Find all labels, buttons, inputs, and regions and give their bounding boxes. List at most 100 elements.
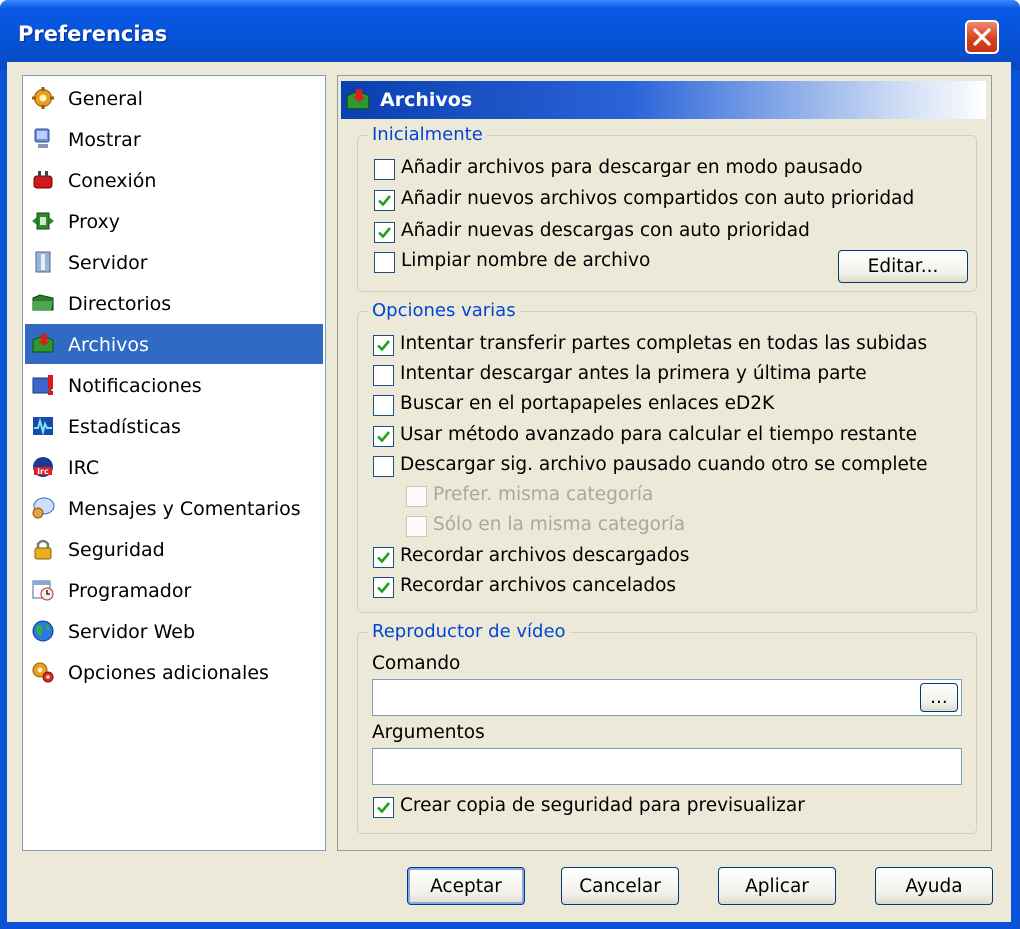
panel-title: Archivos <box>380 89 473 111</box>
preferences-window: Preferencias General Mostrar Conexión Pr… <box>0 0 1020 929</box>
apply-button[interactable]: Aplicar <box>718 867 836 905</box>
browse-button[interactable]: ... <box>920 683 958 712</box>
sidebar-item-label: Servidor <box>68 252 148 274</box>
checkmark-icon <box>377 582 391 594</box>
sidebar-item-label: Archivos <box>68 334 149 356</box>
command-input[interactable] <box>372 679 962 716</box>
close-icon <box>973 28 991 46</box>
checkbox-label: Usar método avanzado para calcular el ti… <box>400 424 917 445</box>
sidebar-item-label: Servidor Web <box>68 621 196 643</box>
sidebar-item-programador[interactable]: Programador <box>25 570 323 610</box>
arguments-input[interactable] <box>372 748 962 785</box>
monitor-icon <box>34 128 50 148</box>
server-icon <box>35 251 51 273</box>
arguments-label: Argumentos <box>372 722 485 743</box>
checkbox-label: Añadir nuevos archivos compartidos con a… <box>401 188 915 209</box>
help-button[interactable]: Ayuda <box>875 867 993 905</box>
statistics-icon <box>33 417 53 436</box>
checkmark-icon <box>377 552 391 564</box>
checkbox-label: Intentar descargar antes la primera y úl… <box>400 363 867 384</box>
sidebar-item-general[interactable]: General <box>25 78 323 118</box>
checkbox[interactable] <box>373 456 394 477</box>
sidebar-item-label: IRC <box>68 457 100 479</box>
checkbox[interactable] <box>373 797 394 818</box>
sidebar-item-conexion[interactable]: Conexión <box>25 160 323 200</box>
calendar-icon <box>32 580 54 601</box>
sidebar-item-irc[interactable]: irc IRC <box>25 447 323 487</box>
sidebar-item-label: Directorios <box>68 293 172 315</box>
checkbox-label: Recordar archivos cancelados <box>400 575 677 596</box>
group-legend: Inicialmente <box>368 124 487 145</box>
globe-icon <box>32 620 54 642</box>
sidebar-item-seguridad[interactable]: Seguridad <box>25 529 323 569</box>
checkbox-label: Limpiar nombre de archivo <box>401 250 651 271</box>
sidebar-item-mensajes[interactable]: Mensajes y Comentarios <box>25 488 323 528</box>
checkmark-icon <box>378 227 392 239</box>
sidebar-item-notificaciones[interactable]: Notificaciones <box>25 365 323 405</box>
sidebar-item-proxy[interactable]: Proxy <box>25 201 323 241</box>
checkbox-label: Sólo en la misma categoría <box>433 514 686 535</box>
sidebar-item-opciones-adicionales[interactable]: Opciones adicionales <box>25 652 323 692</box>
lock-icon <box>34 539 52 560</box>
misc-options-group: Opciones varias Intentar transferir part… <box>357 300 977 613</box>
checkbox[interactable] <box>373 335 394 356</box>
video-player-group: Reproductor de vídeo Comando ... Argumen… <box>357 621 977 834</box>
checkbox <box>406 516 427 537</box>
checkbox[interactable] <box>373 577 394 598</box>
checkbox-label: Intentar transferir partes completas en … <box>400 333 928 354</box>
dialog-body: General Mostrar Conexión Proxy Servidor … <box>7 62 1011 922</box>
checkbox-label: Crear copia de seguridad para previsuali… <box>400 795 805 816</box>
checkbox[interactable] <box>374 222 395 243</box>
extra-options-icon <box>32 662 54 683</box>
group-legend: Reproductor de vídeo <box>368 621 570 642</box>
category-list: General Mostrar Conexión Proxy Servidor … <box>22 75 326 851</box>
sidebar-item-estadisticas[interactable]: Estadísticas <box>25 406 323 446</box>
settings-panel: Archivos Inicialmente Añadir archivos pa… <box>337 75 992 851</box>
group-legend: Opciones varias <box>368 300 520 321</box>
files-icon <box>346 89 370 110</box>
checkbox[interactable] <box>373 547 394 568</box>
checkbox-label: Prefer. misma categoría <box>433 484 654 505</box>
sidebar-item-label: Mostrar <box>68 129 141 151</box>
sidebar-item-label: Notificaciones <box>68 375 202 397</box>
command-label: Comando <box>372 653 461 674</box>
sidebar-item-mostrar[interactable]: Mostrar <box>25 119 323 159</box>
svg-text:irc: irc <box>37 467 49 476</box>
sidebar-item-archivos[interactable]: Archivos <box>25 324 323 364</box>
checkbox[interactable] <box>374 190 395 211</box>
cancel-button[interactable]: Cancelar <box>561 867 679 905</box>
files-icon <box>32 334 54 353</box>
checkbox[interactable] <box>373 365 394 386</box>
checkbox-label: Añadir nuevas descargas con auto priorid… <box>401 220 810 241</box>
checkbox[interactable] <box>374 159 395 180</box>
checkbox-label: Añadir archivos para descargar en modo p… <box>401 157 863 178</box>
sidebar-item-label: Opciones adicionales <box>68 662 269 684</box>
close-button[interactable] <box>965 20 999 54</box>
panel-header: Archivos <box>341 81 986 119</box>
sidebar-item-label: Programador <box>68 580 192 602</box>
sidebar-item-label: Mensajes y Comentarios <box>68 498 301 520</box>
checkbox-label: Recordar archivos descargados <box>400 545 690 566</box>
checkbox-label: Buscar en el portapapeles enlaces eD2K <box>400 393 775 414</box>
checkbox[interactable] <box>373 426 394 447</box>
ok-button[interactable]: Aceptar <box>407 867 525 905</box>
notification-icon <box>32 375 53 395</box>
sidebar-item-label: Seguridad <box>68 539 165 561</box>
gear-icon <box>32 87 54 109</box>
checkbox[interactable] <box>374 252 395 273</box>
sidebar-item-directorios[interactable]: Directorios <box>25 283 323 323</box>
initially-group: Inicialmente Añadir archivos para descar… <box>357 124 977 292</box>
plug-icon <box>33 171 53 189</box>
title-bar[interactable]: Preferencias <box>0 0 1020 70</box>
edit-button[interactable]: Editar... <box>838 250 968 283</box>
checkmark-icon <box>377 431 391 443</box>
proxy-icon <box>32 212 54 230</box>
checkbox-label: Descargar sig. archivo pausado cuando ot… <box>400 454 928 475</box>
window-title: Preferencias <box>18 22 168 46</box>
checkmark-icon <box>378 195 392 207</box>
sidebar-item-label: Conexión <box>68 170 157 192</box>
sidebar-item-servidor-web[interactable]: Servidor Web <box>25 611 323 651</box>
sidebar-item-servidor[interactable]: Servidor <box>25 242 323 282</box>
checkbox[interactable] <box>373 395 394 416</box>
checkbox <box>406 486 427 507</box>
